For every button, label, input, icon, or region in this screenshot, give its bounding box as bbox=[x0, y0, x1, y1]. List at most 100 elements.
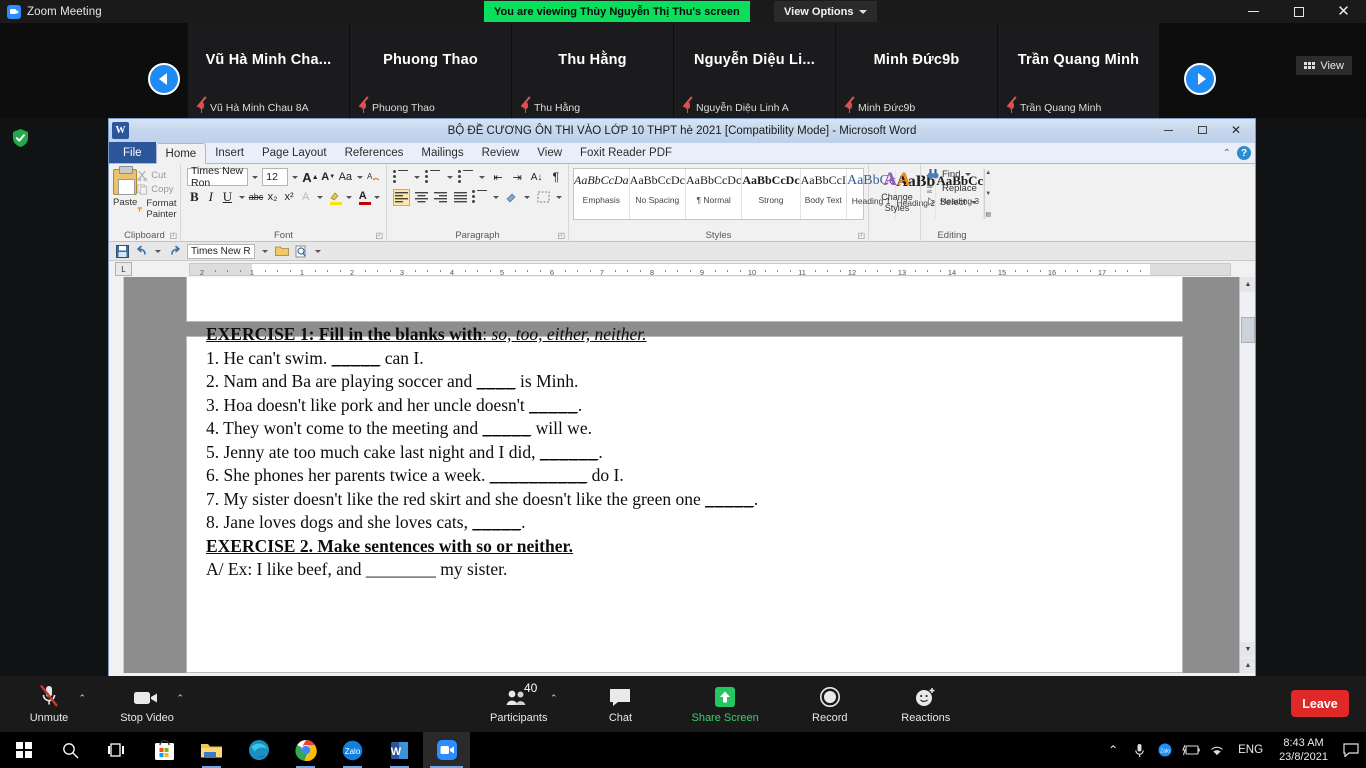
highlight-caret-icon[interactable] bbox=[345, 195, 352, 199]
zalo-tray-icon[interactable]: Zalo bbox=[1152, 732, 1178, 768]
style-gallery-item[interactable]: AaBbCcDc ¶ Normal bbox=[686, 169, 743, 219]
styles-scroll-up-icon[interactable]: ▲ bbox=[985, 170, 991, 176]
styles-gallery-scroll[interactable]: ▲ ▼ ▤ bbox=[984, 169, 992, 219]
underline-caret-icon[interactable] bbox=[238, 195, 245, 199]
underline-button[interactable]: U bbox=[220, 188, 235, 206]
view-layout-button[interactable]: View bbox=[1296, 56, 1352, 75]
participant-tile[interactable]: Trần Quang Minh Trần Quang Minh bbox=[998, 23, 1160, 118]
microsoft-store-icon[interactable] bbox=[141, 732, 188, 768]
google-chrome-icon[interactable] bbox=[282, 732, 329, 768]
document-text-content[interactable]: EXERCISE 1: Fill in the blanks with: so,… bbox=[206, 323, 1086, 582]
zoom-minimize-button[interactable] bbox=[1231, 0, 1276, 23]
microsoft-word-icon[interactable]: W bbox=[376, 732, 423, 768]
multilevel-list-button[interactable] bbox=[457, 168, 474, 186]
font-dialog-launcher[interactable]: ◰ bbox=[375, 231, 383, 240]
select-button[interactable]: Select bbox=[925, 194, 979, 208]
audio-options-chevron-icon[interactable]: ⌃ bbox=[78, 693, 86, 704]
zoom-maximize-button[interactable] bbox=[1276, 0, 1321, 23]
unmute-button[interactable]: Unmute ⌃ bbox=[22, 676, 86, 732]
styles-scroll-down-icon[interactable]: ▼ bbox=[985, 191, 991, 197]
search-icon[interactable] bbox=[47, 732, 94, 768]
change-case-caret-icon[interactable] bbox=[356, 175, 363, 179]
line-spacing-caret-icon[interactable] bbox=[492, 195, 499, 199]
ribbon-tab-home[interactable]: Home bbox=[155, 143, 207, 164]
ribbon-tab-foxit-reader-pdf[interactable]: Foxit Reader PDF bbox=[571, 142, 681, 163]
file-explorer-icon[interactable] bbox=[188, 732, 235, 768]
format-painter-button[interactable]: Format Painter bbox=[137, 198, 181, 220]
align-center-button[interactable] bbox=[413, 189, 430, 206]
clear-formatting-button[interactable]: A bbox=[367, 168, 382, 186]
redo-icon[interactable] bbox=[168, 244, 182, 258]
change-styles-button[interactable]: AA Change Styles bbox=[873, 166, 921, 214]
ribbon-tab-references[interactable]: References bbox=[336, 142, 413, 163]
leave-meeting-button[interactable]: Leave bbox=[1291, 690, 1349, 717]
battery-charging-icon[interactable] bbox=[1178, 732, 1204, 768]
show-hidden-icons-chevron[interactable]: ⌃ bbox=[1100, 732, 1126, 768]
strikethrough-button[interactable]: abc bbox=[249, 188, 264, 206]
text-effects-caret-icon[interactable] bbox=[316, 195, 323, 199]
participant-tile[interactable]: Nguyễn Diệu Li... Nguyễn Diệu Linh A bbox=[674, 23, 836, 118]
wifi-icon[interactable] bbox=[1204, 732, 1230, 768]
microsoft-edge-icon[interactable] bbox=[235, 732, 282, 768]
tab-stop-selector[interactable]: L bbox=[115, 262, 132, 276]
find-button[interactable]: Find bbox=[925, 166, 979, 180]
align-right-button[interactable] bbox=[432, 189, 449, 206]
shading-button[interactable] bbox=[504, 188, 520, 206]
ribbon-tab-insert[interactable]: Insert bbox=[206, 142, 253, 163]
font-color-caret-icon[interactable] bbox=[374, 195, 381, 199]
superscript-button[interactable]: x² bbox=[282, 188, 297, 206]
decrease-indent-button[interactable]: ⇤ bbox=[490, 168, 506, 186]
style-gallery-item[interactable]: AaBbCcI Body Text bbox=[801, 169, 847, 219]
bullets-caret-icon[interactable] bbox=[414, 175, 421, 179]
prev-participants-arrow[interactable] bbox=[148, 63, 180, 95]
scrollbar-thumb[interactable] bbox=[1241, 317, 1255, 343]
stop-video-button[interactable]: Stop Video ⌃ bbox=[120, 676, 184, 732]
share-screen-button[interactable]: Share Screen bbox=[691, 676, 759, 732]
participant-tile[interactable]: Vũ Hà Minh Cha... Vũ Hà Minh Chau 8A bbox=[188, 23, 350, 118]
grow-font-button[interactable]: A ▲ bbox=[302, 168, 318, 186]
ribbon-tab-review[interactable]: Review bbox=[473, 142, 529, 163]
participants-button[interactable]: 40 Participants ⌃ bbox=[490, 676, 557, 732]
increase-indent-button[interactable]: ⇥ bbox=[509, 168, 525, 186]
italic-button[interactable]: I bbox=[204, 188, 219, 206]
style-gallery-item[interactable]: AaBbCcDc Strong bbox=[742, 169, 801, 219]
font-name-caret-icon[interactable] bbox=[252, 175, 259, 179]
participant-tile[interactable]: Thu Hằng Thu Hằng bbox=[512, 23, 674, 118]
word-restore-button[interactable] bbox=[1185, 120, 1219, 140]
minimize-ribbon-icon[interactable]: ⌃ bbox=[1223, 148, 1231, 159]
ribbon-tab-view[interactable]: View bbox=[528, 142, 571, 163]
replace-button[interactable]: ab ac Replace bbox=[925, 180, 979, 195]
sort-button[interactable]: A↓ bbox=[528, 168, 544, 186]
view-options-button[interactable]: View Options bbox=[774, 1, 878, 22]
participant-tile[interactable]: Minh Đức9b Minh Đức9b bbox=[836, 23, 998, 118]
text-effects-button[interactable]: A bbox=[298, 188, 313, 206]
borders-button[interactable] bbox=[535, 188, 551, 206]
participant-tile[interactable]: Phuong Thao Phuong Thao bbox=[350, 23, 512, 118]
chat-button[interactable]: Chat bbox=[593, 676, 647, 732]
notification-center-icon[interactable] bbox=[1336, 732, 1366, 768]
shrink-font-button[interactable]: A ▼ bbox=[321, 168, 336, 186]
select-caret-icon[interactable] bbox=[971, 200, 977, 204]
style-gallery-item[interactable]: AaBbCcDc No Spacing bbox=[630, 169, 686, 219]
styles-dialog-launcher[interactable]: ◰ bbox=[857, 231, 865, 240]
subscript-button[interactable]: x₂ bbox=[265, 188, 280, 206]
zalo-icon[interactable]: Zalo bbox=[329, 732, 376, 768]
text-highlight-button[interactable] bbox=[327, 188, 342, 206]
windows-start-icon[interactable] bbox=[0, 732, 47, 768]
find-caret-icon[interactable] bbox=[965, 172, 972, 176]
print-preview-icon[interactable] bbox=[294, 244, 308, 258]
shading-caret-icon[interactable] bbox=[524, 195, 531, 199]
copy-button[interactable]: Copy bbox=[137, 184, 181, 195]
qat-font-caret-icon[interactable] bbox=[261, 249, 268, 253]
justify-button[interactable] bbox=[452, 189, 469, 206]
scroll-down-button[interactable]: ▼ bbox=[1240, 642, 1255, 657]
align-left-button[interactable] bbox=[393, 188, 410, 206]
task-view-icon[interactable] bbox=[94, 732, 141, 768]
qat-font-combobox[interactable]: Times New R bbox=[187, 243, 255, 259]
language-indicator[interactable]: ENG bbox=[1230, 744, 1271, 756]
save-icon[interactable] bbox=[115, 244, 129, 258]
bold-button[interactable]: B bbox=[187, 188, 202, 206]
font-name-combobox[interactable]: Times New Ron bbox=[187, 165, 249, 189]
ribbon-tab-file[interactable]: File bbox=[109, 142, 156, 163]
microphone-icon[interactable] bbox=[1126, 732, 1152, 768]
